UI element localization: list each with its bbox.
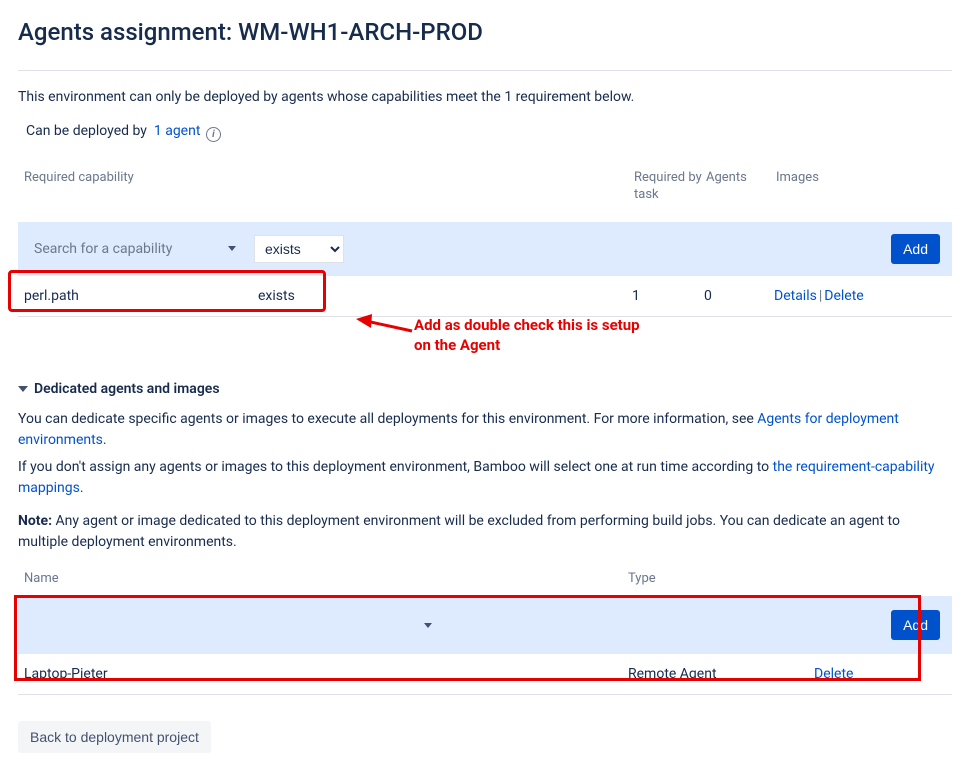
capability-headers: Required capability Required by task Age… [18,170,952,222]
divider [18,70,952,71]
add-capability-button[interactable]: Add [891,234,940,264]
dedicated-heading: Dedicated agents and images [34,381,220,397]
annotation-arrow-icon [354,311,414,341]
capability-search-placeholder: Search for a capability [34,241,172,257]
capability-condition-select[interactable]: exists [254,235,344,263]
details-link[interactable]: Details [774,288,817,304]
page-title-env: WM-WH1-ARCH-PROD [238,18,483,46]
dedicated-note: Note: Any agent or image dedicated to th… [18,511,952,553]
capability-filter-row: Search for a capability exists Add [18,222,952,276]
delete-dedicated-link[interactable]: Delete [814,666,853,682]
dedicated-filter-row: Add [18,596,952,654]
table-row: Laptop-Pieter Remote Agent Delete [18,654,952,695]
agent-count-link[interactable]: 1 agent [154,123,201,139]
dedicated-agent-type: Remote Agent [628,666,814,682]
info-icon[interactable]: i [206,127,221,142]
back-to-project-button[interactable]: Back to deployment project [18,721,211,753]
chevron-down-icon [424,623,432,628]
dedicated-header-type: Type [628,571,656,586]
intro-text: This environment can only be deployed by… [18,89,952,105]
page-title-prefix: Agents assignment: [18,18,238,46]
agents-count: 0 [704,288,774,304]
dedicated-header-name: Name [24,571,628,586]
dedicated-headers: Name Type [18,571,952,596]
capability-condition: exists [258,288,295,304]
chevron-down-icon [228,246,236,251]
dedicated-para-2: If you don't assign any agents or images… [18,457,952,499]
deploy-label: Can be deployed by [26,123,147,139]
chevron-down-icon [18,386,28,392]
capability-header-images: Images [776,170,946,204]
dedicated-dropdown[interactable] [30,623,440,628]
annotation-text: Add as double check this is setup on the… [18,315,952,356]
dedicated-section-toggle[interactable]: Dedicated agents and images [18,381,952,397]
page-title: Agents assignment: WM-WH1-ARCH-PROD [18,18,952,46]
dedicated-table: Name Type Add Laptop-Pieter Remote Agent… [18,571,952,695]
add-dedicated-button[interactable]: Add [891,610,940,640]
capability-search-dropdown[interactable]: Search for a capability [30,241,240,257]
dedicated-para-1: You can dedicate specific agents or imag… [18,409,952,451]
capability-actions: Details|Delete [774,288,864,304]
deploy-info: Can be deployed by 1 agent i [26,123,952,142]
dedicated-agent-name: Laptop-Pieter [24,666,628,682]
capability-header-name: Required capability [24,170,634,204]
capability-name: perl.path [24,288,258,304]
capability-header-agents: Agents [706,170,776,204]
required-by-task-count: 1 [632,288,704,304]
table-row: perl.path exists 1 0 Details|Delete [18,276,952,317]
capability-header-required: Required by task [634,170,706,204]
delete-capability-link[interactable]: Delete [824,288,863,304]
